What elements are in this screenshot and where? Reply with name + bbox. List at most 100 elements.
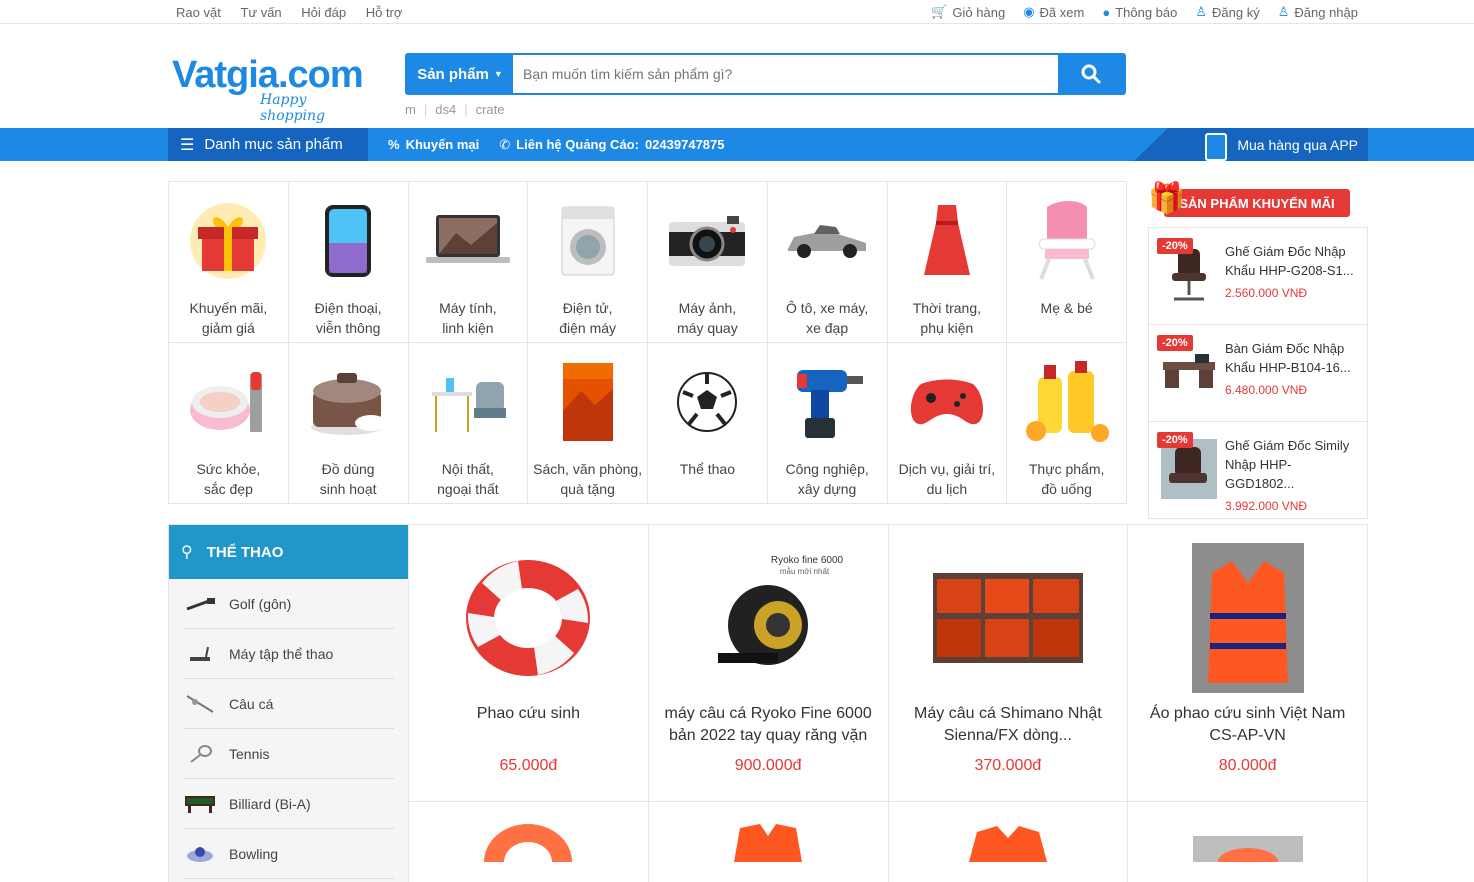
search-category-dropdown[interactable]: Sản phẩm ▼: [407, 55, 513, 93]
phone-icon: ✆: [499, 136, 511, 152]
category-item[interactable]: Mẹ & bé: [1007, 182, 1127, 343]
sport-menu-gym[interactable]: Máy tập thể thao: [183, 629, 394, 679]
sport-menu-label: Máy tập thể thao: [229, 645, 334, 662]
promo-item[interactable]: -20% Bàn Giám Đốc Nhập Khẩu HHP-B104-16.…: [1149, 324, 1367, 421]
category-item[interactable]: Máy tính, linh kiện: [408, 182, 529, 343]
category-label: Mẹ & bé: [1007, 298, 1126, 318]
bowling-icon: [183, 842, 217, 866]
category-item[interactable]: Thể thao: [648, 343, 768, 504]
promo-item-name: Ghế Giám Đốc Simily Nhập HHP-GGD1802...: [1225, 438, 1350, 491]
category-item[interactable]: Sách, văn phòng, quà tặng: [528, 343, 648, 504]
viewed-link[interactable]: ◉ Đã xem: [1023, 4, 1084, 20]
football-icon: [664, 359, 750, 445]
product-card[interactable]: [1128, 802, 1368, 882]
sport-menu-fishing[interactable]: Câu cá: [183, 679, 394, 729]
sport-menu-label: Bowling: [229, 845, 279, 862]
fishing-reel-image: Ryoko fine 6000 mẫu mới nhất: [693, 543, 843, 693]
site-logo[interactable]: Vatgia.com Happy shopping: [172, 54, 372, 124]
category-label: Máy ảnh, máy quay: [648, 298, 767, 338]
promo-item[interactable]: -20% Ghế Giám Đốc Nhập Khẩu HHP-G208-S1.…: [1149, 227, 1367, 324]
category-label: Máy tính, linh kiện: [409, 298, 528, 338]
cart-label: Giỏ hàng: [952, 4, 1006, 20]
product-name: máy câu cá Ryoko Fine 6000 bản 2022 tay …: [664, 705, 872, 744]
sport-header[interactable]: ⚲ THỂ THAO: [169, 525, 408, 579]
link-hoi-dap[interactable]: Hỏi đáp: [301, 5, 346, 20]
car-icon: [784, 198, 870, 284]
promo-panel: SẢN PHẨM KHUYẾN MÃI 🎁 -20% Ghế Giám Đốc …: [1148, 175, 1368, 519]
category-item[interactable]: Thời trang, phụ kiện: [887, 182, 1008, 343]
product-card[interactable]: Máy câu cá Shimano Nhật Sienna/FX dòng..…: [888, 525, 1129, 802]
search-button[interactable]: [1058, 55, 1124, 93]
category-item[interactable]: Sức khỏe, sắc đẹp: [169, 343, 289, 504]
category-item[interactable]: Máy ảnh, máy quay: [648, 182, 768, 343]
user-plus-icon: ♙: [1195, 4, 1208, 19]
category-label-line: Máy ảnh,: [678, 300, 737, 316]
user-icon: ♙: [1277, 4, 1290, 19]
dress-icon: [904, 198, 990, 284]
register-label: Đăng ký: [1212, 4, 1260, 20]
keyword-link[interactable]: m: [405, 102, 416, 117]
category-item[interactable]: Ô tô, xe máy, xe đạp: [767, 182, 888, 343]
lifebuoy-image: [453, 543, 603, 693]
keyword-link[interactable]: ds4: [435, 102, 456, 117]
category-label-line: ngoại thất: [437, 481, 499, 497]
reel-boxes-image: [932, 543, 1083, 693]
sport-menu-tennis[interactable]: Tennis: [183, 729, 394, 779]
category-label-line: giảm giá: [201, 320, 255, 336]
suggested-keywords: m | ds4 | crate: [405, 102, 505, 117]
category-item[interactable]: Dịch vụ, giải trí, du lịch: [887, 343, 1008, 504]
app-download-button[interactable]: Mua hàng qua APP: [1134, 128, 1368, 161]
search-input[interactable]: [513, 55, 1058, 93]
sport-menu-billiard[interactable]: Billiard (Bi-A): [183, 779, 394, 829]
keyword-link[interactable]: crate: [476, 102, 505, 117]
product-card[interactable]: Áo phao cứu sinh Việt Nam CS-AP-VN 80.00…: [1128, 525, 1368, 802]
camera-icon: [664, 198, 750, 284]
promo-item[interactable]: -20% Ghế Giám Đốc Simily Nhập HHP-GGD180…: [1149, 421, 1367, 518]
fishing-rod-icon: [183, 692, 217, 716]
product-card[interactable]: Ryoko fine 6000 mẫu mới nhất máy câu cá …: [648, 525, 889, 802]
sport-menu-bowling[interactable]: Bowling: [183, 829, 394, 879]
link-ho-tro[interactable]: Hỗ trợ: [366, 5, 403, 20]
category-item[interactable]: Điện thoại, viễn thông: [288, 182, 409, 343]
book-icon: [545, 359, 631, 445]
category-label: Sức khỏe, sắc đẹp: [169, 459, 288, 499]
register-link[interactable]: ♙ Đăng ký: [1195, 4, 1259, 20]
sport-menu-label: Tennis: [229, 745, 270, 762]
ads-phone[interactable]: 02439747875: [645, 137, 725, 152]
logo-tagline: Happy shopping: [260, 92, 326, 124]
ads-contact: ✆ Liên hệ Quảng Cáo: 02439747875: [499, 137, 724, 153]
category-label-line: máy quay: [677, 320, 738, 336]
category-label-line: Thực phẩm,: [1028, 461, 1105, 477]
cart-link[interactable]: 🛒 Giỏ hàng: [931, 4, 1005, 20]
category-label-line: quà tặng: [560, 481, 615, 497]
category-item[interactable]: Khuyến mãi, giảm giá: [169, 182, 289, 343]
promo-link[interactable]: % Khuyến mại: [388, 137, 479, 152]
category-menu-button[interactable]: ☰ Danh mục sản phẩm: [168, 128, 368, 161]
product-card[interactable]: Phao cứu sinh 65.000đ: [409, 525, 649, 802]
furniture-icon: [425, 359, 511, 445]
link-rao-vat[interactable]: Rao vặt: [176, 5, 221, 20]
link-tu-van[interactable]: Tư vấn: [240, 5, 281, 20]
category-item[interactable]: Nội thất, ngoại thất: [408, 343, 529, 504]
category-item[interactable]: Công nghiệp, xây dựng: [767, 343, 888, 504]
sport-menu-label: Golf (gôn): [229, 595, 292, 612]
category-label-line: du lịch: [926, 481, 968, 497]
product-card[interactable]: [889, 802, 1129, 882]
category-label-line: Khuyến mãi,: [189, 300, 268, 316]
category-label-line: xe đạp: [806, 320, 849, 336]
product-card[interactable]: [409, 802, 649, 882]
app-label: Mua hàng qua APP: [1237, 136, 1358, 153]
category-label-line: sắc đẹp: [203, 481, 253, 497]
keyword-separator: |: [423, 102, 428, 117]
sport-menu-golf[interactable]: Golf (gôn): [183, 579, 394, 629]
category-item[interactable]: Thực phẩm, đồ uống: [1007, 343, 1127, 504]
category-label-line: Thời trang,: [912, 300, 982, 316]
category-label-line: Dịch vụ, giải trí,: [898, 461, 996, 477]
category-item[interactable]: Đồ dùng sinh hoạt: [288, 343, 409, 504]
notify-link[interactable]: ● Thông báo: [1102, 4, 1177, 20]
reel-brand-text: Ryoko fine 6000: [770, 555, 844, 566]
login-link[interactable]: ♙ Đăng nhập: [1278, 4, 1358, 20]
product-card[interactable]: [649, 802, 889, 882]
promo-item-name: Ghế Giám Đốc Nhập Khẩu HHP-G208-S1...: [1225, 244, 1354, 278]
category-item[interactable]: Điện tử, điện máy: [528, 182, 648, 343]
